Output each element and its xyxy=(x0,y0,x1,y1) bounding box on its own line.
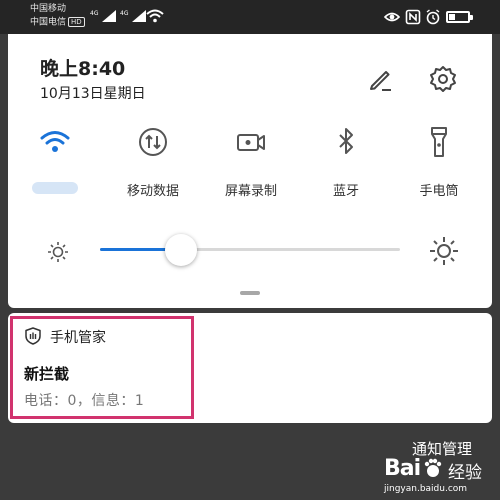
edit-icon[interactable] xyxy=(364,64,394,94)
status-bar: 中国移动 中国电信 HD 4G 4G xyxy=(0,0,500,34)
hd-badge: HD xyxy=(68,17,85,27)
phone-manager-shield-icon xyxy=(25,327,41,345)
clock-time[interactable]: 晚上8:40 xyxy=(40,54,125,81)
watermark-url: jingyan.baidu.com xyxy=(384,484,468,494)
quick-settings-panel: 晚上8:40 10月13日星期日 移动数据 屏幕录制 蓝牙 手电筒 xyxy=(8,34,492,308)
carrier-2: 中国电信 HD xyxy=(30,17,85,29)
tile-label: 手电筒 xyxy=(419,184,459,199)
brightness-slider[interactable] xyxy=(100,248,400,251)
panel-drag-handle[interactable] xyxy=(240,291,260,295)
wifi-name-obscured xyxy=(32,182,78,194)
tile-label: 蓝牙 xyxy=(332,184,359,199)
eye-comfort-icon xyxy=(384,12,400,22)
notification-app-name: 手机管家 xyxy=(50,330,106,346)
tile-mobile-data[interactable]: 移动数据 xyxy=(108,124,198,199)
baidu-paw-icon xyxy=(424,458,442,477)
screen-record-icon xyxy=(237,134,265,151)
tile-wifi[interactable] xyxy=(10,124,100,194)
tile-flashlight[interactable]: 手电筒 xyxy=(394,124,484,199)
brightness-low-icon xyxy=(48,242,68,262)
tile-label: 屏幕录制 xyxy=(224,184,277,199)
notification-title: 新拦截 xyxy=(24,365,70,383)
watermark-logo-text: Bai xyxy=(384,456,421,481)
mobile-data-icon xyxy=(139,128,167,156)
notification-card[interactable]: 手机管家 新拦截 电话：0，信息：1 xyxy=(8,313,492,423)
brightness-thumb[interactable] xyxy=(165,234,197,266)
battery-icon xyxy=(446,11,473,23)
carrier-2-label: 中国电信 xyxy=(30,17,67,28)
alarm-icon xyxy=(426,9,440,25)
network-label-1: 4G xyxy=(90,10,99,17)
baidu-jingyan-watermark: Bai 经验 jingyan.baidu.com xyxy=(384,456,496,498)
signal-icon-2: 4G xyxy=(120,10,146,22)
carrier-1: 中国移动 xyxy=(30,4,67,14)
brightness-high-icon xyxy=(430,237,458,265)
notification-body: 电话：0，信息：1 xyxy=(24,393,145,409)
wifi-icon xyxy=(40,131,70,152)
bluetooth-icon xyxy=(339,128,353,154)
tile-screen-record[interactable]: 屏幕录制 xyxy=(206,124,296,199)
flashlight-icon xyxy=(431,127,447,157)
wifi-status-icon xyxy=(146,9,164,23)
nfc-icon xyxy=(405,9,421,25)
network-label-2: 4G xyxy=(120,10,129,17)
tile-label: 移动数据 xyxy=(126,184,179,199)
tile-bluetooth[interactable]: 蓝牙 xyxy=(301,124,391,199)
settings-gear-icon[interactable] xyxy=(428,64,458,94)
signal-icon: 4G xyxy=(90,10,116,22)
battery-level xyxy=(449,14,455,20)
watermark-jingyan-text: 经验 xyxy=(448,463,482,483)
clock-date[interactable]: 10月13日星期日 xyxy=(40,83,146,103)
